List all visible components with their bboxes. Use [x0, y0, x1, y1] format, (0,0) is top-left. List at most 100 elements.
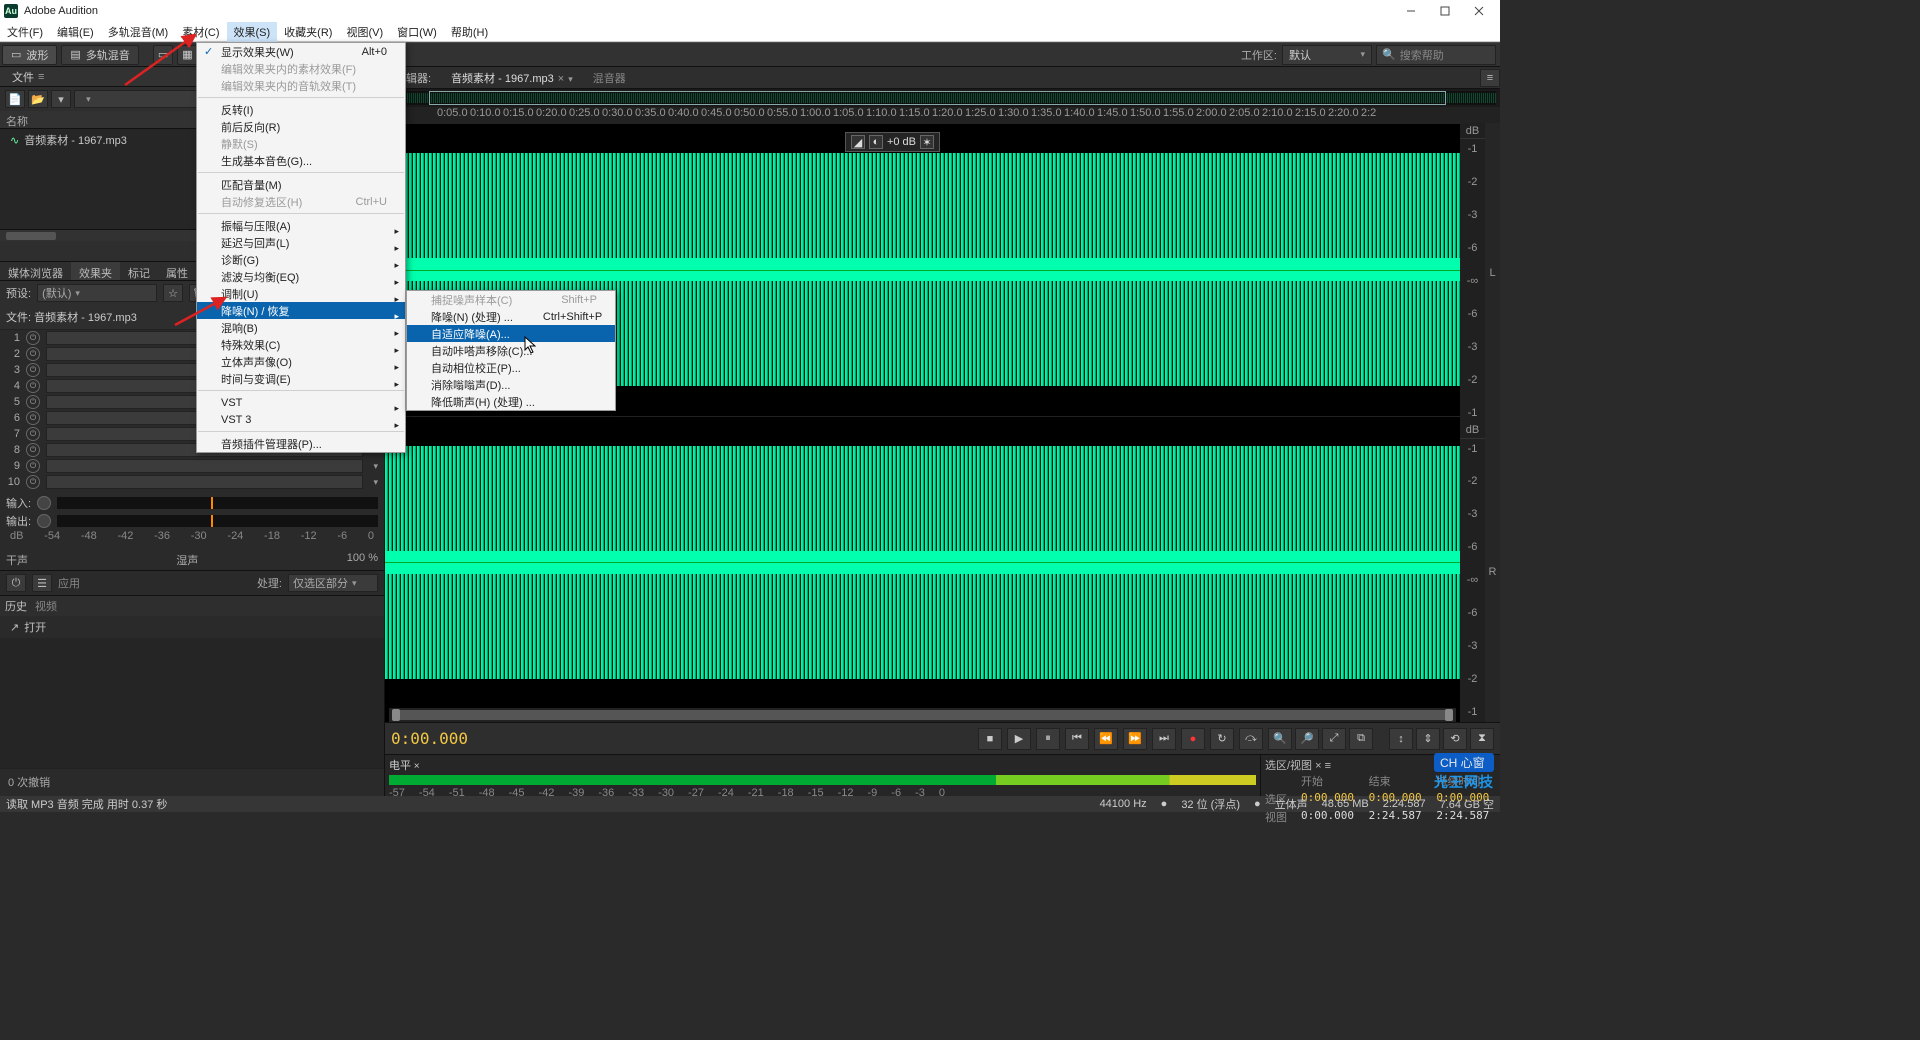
- input-meter[interactable]: [57, 497, 378, 509]
- fx-power-icon[interactable]: ⏻: [26, 411, 40, 425]
- open-folder-button[interactable]: 📂: [28, 90, 48, 108]
- selview-tab[interactable]: 选区/视图: [1265, 760, 1312, 772]
- fx-power-icon[interactable]: ⏻: [26, 459, 40, 473]
- panel-menu-button[interactable]: ≡: [1480, 69, 1500, 87]
- editor-file-tab[interactable]: 音频素材 - 1967.mp3×: [441, 67, 583, 89]
- menu-item[interactable]: 延迟与回声(L): [197, 234, 405, 251]
- gain-hud[interactable]: ◢ ◐ +0 dB ✶: [845, 132, 940, 152]
- loop-playback-button[interactable]: ↻: [1210, 728, 1234, 750]
- overview-waveform[interactable]: [389, 91, 1496, 105]
- menu-item[interactable]: 混响(B): [197, 319, 405, 336]
- preset-save-button[interactable]: ☆: [163, 284, 183, 302]
- minimize-button[interactable]: [1394, 0, 1428, 22]
- menu-item[interactable]: 特殊效果(C): [197, 336, 405, 353]
- tool-waveform[interactable]: ▭: [153, 45, 173, 65]
- play-button[interactable]: ▶: [1007, 728, 1031, 750]
- menu-view[interactable]: 视图(V): [339, 22, 390, 42]
- fx-list-button[interactable]: ☰: [32, 574, 52, 592]
- fx-power-icon[interactable]: ⏻: [26, 427, 40, 441]
- close-button[interactable]: [1462, 0, 1496, 22]
- view-start[interactable]: 0:00.000: [1301, 809, 1361, 825]
- menu-item[interactable]: VST 3: [197, 411, 405, 428]
- fx-slot-9[interactable]: 9⏻: [0, 458, 384, 474]
- fx-power-icon[interactable]: ⏻: [26, 475, 40, 489]
- zoom-in-button[interactable]: 🔍: [1268, 728, 1292, 750]
- fx-slot-field[interactable]: [46, 459, 363, 473]
- zoom-peaks-button[interactable]: ⧗: [1470, 728, 1494, 750]
- fx-power-button[interactable]: ⏻: [6, 574, 26, 592]
- tool-spectral[interactable]: ▦: [177, 45, 197, 65]
- zoom-reset-button[interactable]: ⟲: [1443, 728, 1467, 750]
- fx-slot-field[interactable]: [46, 475, 363, 489]
- level-meter[interactable]: [389, 775, 1256, 785]
- menu-multitrack[interactable]: 多轨混音(M): [101, 22, 176, 42]
- forward-button[interactable]: ⏩: [1123, 728, 1147, 750]
- menu-favorites[interactable]: 收藏夹(R): [277, 22, 339, 42]
- workspace-select[interactable]: 默认: [1282, 45, 1372, 65]
- zoom-in-v-button[interactable]: ↕: [1389, 728, 1413, 750]
- goto-end-button[interactable]: ⏭: [1152, 728, 1176, 750]
- tab-effects-rack[interactable]: 效果夹: [71, 262, 120, 280]
- menu-item[interactable]: 消除嗡嗡声(D)...: [407, 376, 615, 393]
- menu-item[interactable]: 降低嘶声(H) (处理) ...: [407, 393, 615, 410]
- menu-item[interactable]: 诊断(G): [197, 251, 405, 268]
- zoom-fit-button[interactable]: ⤢: [1322, 728, 1346, 750]
- menu-help[interactable]: 帮助(H): [444, 22, 495, 42]
- maximize-button[interactable]: [1428, 0, 1462, 22]
- menu-item[interactable]: 音频插件管理器(P)...: [197, 435, 405, 452]
- menu-item[interactable]: 显示效果夹(W)Alt+0: [197, 43, 405, 60]
- menu-item[interactable]: 自适应降噪(A)...: [407, 325, 615, 342]
- goto-start-button[interactable]: ⏮: [1065, 728, 1089, 750]
- help-search[interactable]: 🔍搜索帮助: [1376, 45, 1496, 65]
- fx-power-icon[interactable]: ⏻: [26, 379, 40, 393]
- zoom-out-v-button[interactable]: ⇕: [1416, 728, 1440, 750]
- noise-reduction-submenu[interactable]: 捕捉噪声样本(C)Shift+P降噪(N) (处理) ...Ctrl+Shift…: [406, 290, 616, 411]
- pause-button[interactable]: ⏸: [1036, 728, 1060, 750]
- menu-item[interactable]: 前后反向(R): [197, 118, 405, 135]
- menu-item[interactable]: VST: [197, 394, 405, 411]
- preset-select[interactable]: (默认): [37, 284, 157, 302]
- levels-tab[interactable]: 电平: [389, 760, 411, 772]
- record-button[interactable]: ●: [1181, 728, 1205, 750]
- menu-item[interactable]: 时间与变调(E): [197, 370, 405, 387]
- tab-properties[interactable]: 属性: [158, 262, 196, 280]
- zoom-selection-button[interactable]: ⧉: [1349, 728, 1373, 750]
- horizontal-scrollbar[interactable]: [389, 708, 1456, 722]
- menu-item[interactable]: 反转(I): [197, 101, 405, 118]
- history-item[interactable]: ↗ 打开: [0, 616, 384, 638]
- fx-power-icon[interactable]: ⏻: [26, 363, 40, 377]
- menu-item[interactable]: 自动咔嗒声移除(C)...: [407, 342, 615, 359]
- fx-power-icon[interactable]: ⏻: [26, 395, 40, 409]
- effects-menu[interactable]: 显示效果夹(W)Alt+0编辑效果夹内的素材效果(F)编辑效果夹内的音轨效果(T…: [196, 42, 406, 453]
- output-knob[interactable]: [37, 514, 51, 528]
- mode-waveform-button[interactable]: ▭波形: [2, 45, 57, 65]
- input-knob[interactable]: [37, 496, 51, 510]
- menu-item[interactable]: 立体声声像(O): [197, 353, 405, 370]
- mode-multitrack-button[interactable]: ▤多轨混音: [61, 45, 138, 65]
- view-end[interactable]: 2:24.587: [1369, 809, 1429, 825]
- tab-markers[interactable]: 标记: [120, 262, 158, 280]
- fx-power-icon[interactable]: ⏻: [26, 347, 40, 361]
- menu-item[interactable]: 降噪(N) / 恢复: [197, 302, 405, 319]
- stop-button[interactable]: ■: [978, 728, 1002, 750]
- menu-effects[interactable]: 效果(S): [227, 22, 278, 42]
- mixer-tab[interactable]: 混音器: [583, 67, 636, 89]
- waveform-display[interactable]: ◢ ◐ +0 dB ✶: [385, 123, 1460, 722]
- pin-icon[interactable]: ✶: [920, 135, 934, 149]
- menu-file[interactable]: 文件(F): [0, 22, 50, 42]
- new-button[interactable]: ▾: [51, 90, 71, 108]
- menu-item[interactable]: 生成基本音色(G)...: [197, 152, 405, 169]
- tab-media-browser[interactable]: 媒体浏览器: [0, 262, 71, 280]
- output-meter[interactable]: [57, 515, 378, 527]
- apply-button[interactable]: 应用: [58, 575, 251, 591]
- channel-right[interactable]: [385, 416, 1460, 709]
- menu-item[interactable]: 振幅与压限(A): [197, 217, 405, 234]
- menu-window[interactable]: 窗口(W): [390, 22, 444, 42]
- menu-item[interactable]: 滤波与均衡(EQ): [197, 268, 405, 285]
- menu-item[interactable]: 降噪(N) (处理) ...Ctrl+Shift+P: [407, 308, 615, 325]
- fx-power-icon[interactable]: ⏻: [26, 443, 40, 457]
- process-select[interactable]: 仅选区部分: [288, 574, 378, 592]
- timecode[interactable]: 0:00.000: [391, 729, 468, 748]
- fx-slot-10[interactable]: 10⏻: [0, 474, 384, 490]
- tab-history[interactable]: 历史: [5, 598, 27, 614]
